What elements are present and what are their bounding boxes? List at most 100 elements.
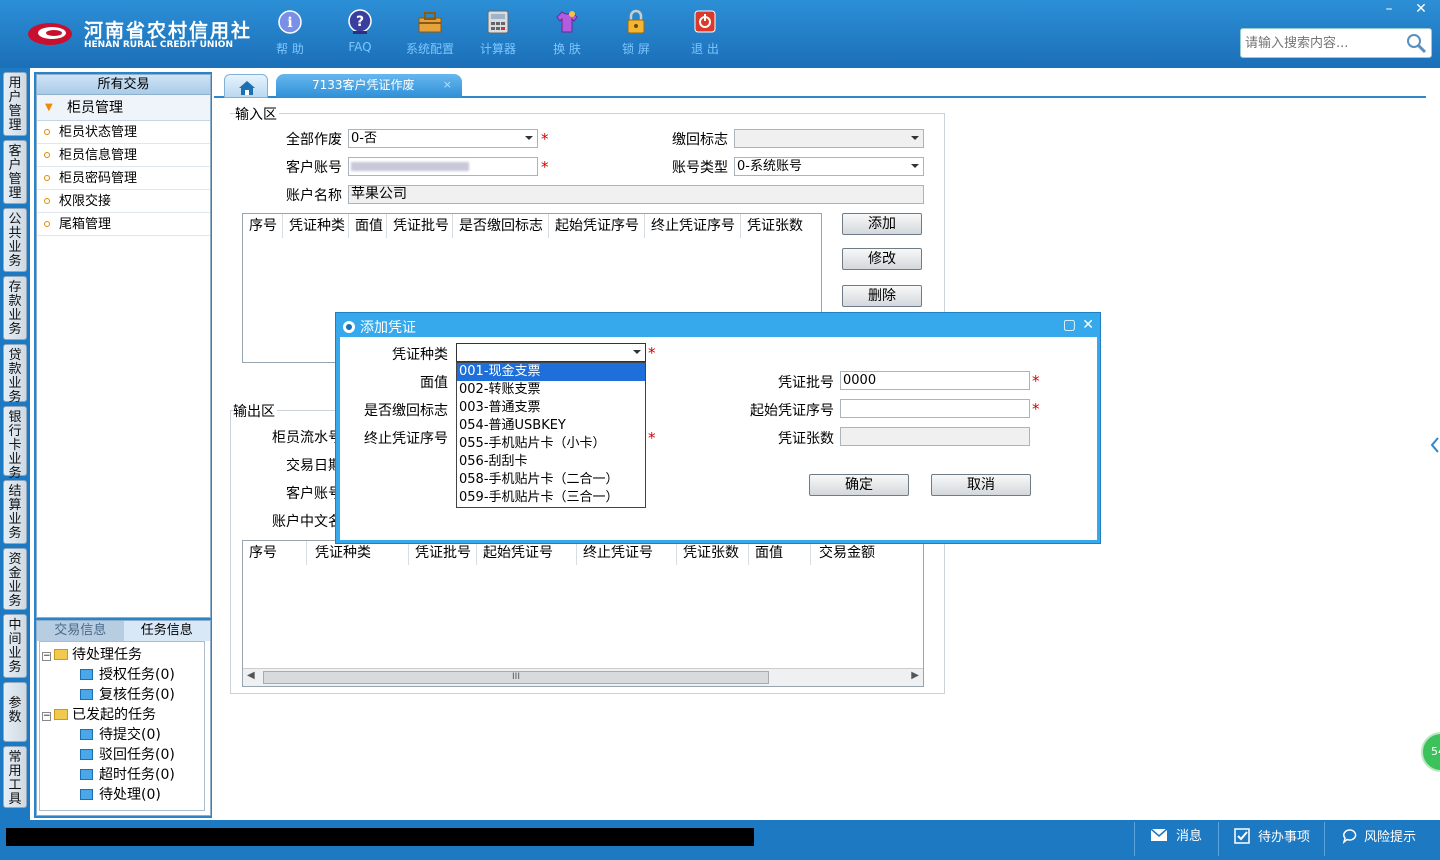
column-header: 面值 xyxy=(349,214,387,238)
vtab-user-mgmt[interactable]: 用户管理 xyxy=(3,72,27,136)
lock-screen-button[interactable]: 锁 屏 xyxy=(608,8,664,60)
menu-item-permission-handover[interactable]: 权限交接 xyxy=(37,190,210,213)
calculator-button[interactable]: 计算器 xyxy=(470,8,526,60)
required-mark: * xyxy=(1032,400,1040,418)
required-mark: * xyxy=(541,158,549,176)
vtab-loan[interactable]: 贷款业务 xyxy=(3,344,27,405)
collapse-icon[interactable]: − xyxy=(42,652,51,661)
expand-arrow-icon: ▼ xyxy=(45,102,53,113)
account-type-select[interactable]: 0-系统账号 xyxy=(734,157,924,176)
tree-node-to-submit[interactable]: 待提交(0) xyxy=(80,724,161,744)
option-transfer-check[interactable]: 002-转账支票 xyxy=(457,381,645,399)
scroll-thumb[interactable]: III xyxy=(263,671,769,684)
vtab-public-business[interactable]: 公共业务 xyxy=(3,208,27,272)
risk-alert-label: 风险提示 xyxy=(1364,830,1417,845)
output-customer-account-label: 客户账号 xyxy=(286,486,342,502)
tree-node-pending[interactable]: − 待处理任务 xyxy=(42,644,142,664)
returned-flag-label: 是否缴回标志 xyxy=(364,403,448,419)
floating-badge[interactable]: 54 xyxy=(1421,732,1440,772)
voucher-count-label: 凭证张数 xyxy=(778,431,834,447)
return-flag-select[interactable] xyxy=(734,129,924,148)
delete-button[interactable]: 删除 xyxy=(842,285,922,307)
tree-node-timeout[interactable]: 超时任务(0) xyxy=(80,764,175,784)
column-header: 起始凭证号 xyxy=(477,541,577,565)
option-sim-patch-small[interactable]: 055-手机贴片卡（小卡） xyxy=(457,435,645,453)
risk-alert-button[interactable]: 风险提示 xyxy=(1342,828,1416,847)
menu-item-label: 权限交接 xyxy=(59,194,112,209)
confirm-button[interactable]: 确定 xyxy=(809,474,909,496)
search-input[interactable] xyxy=(1241,29,1401,57)
scroll-left-icon[interactable]: ◀ xyxy=(247,670,255,681)
voucher-output-table: 序号 凭证种类 凭证批号 起始凭证号 终止凭证号 凭证张数 面值 交易金额 ◀ … xyxy=(242,540,924,687)
column-header: 序号 xyxy=(243,214,283,238)
voucher-count-field xyxy=(840,427,1030,446)
task-panel: 交易信息 任务信息 − 待处理任务 授权任务(0) 复核任务(0) − 已发起的任务… xyxy=(36,620,211,816)
vtab-common-tools[interactable]: 常用工具 xyxy=(3,746,27,808)
menu-item-teller-password[interactable]: 柜员密码管理 xyxy=(37,167,210,190)
search-box[interactable] xyxy=(1240,28,1432,58)
minimize-button[interactable]: – xyxy=(1374,0,1404,18)
menu-item-teller-status[interactable]: 柜员状态管理 xyxy=(37,121,210,144)
option-cash-check[interactable]: 001-现金支票 xyxy=(457,363,645,381)
tab-label: 7133客户凭证作废 xyxy=(312,78,415,92)
maximize-icon[interactable]: ▢ xyxy=(1063,317,1076,333)
system-config-button[interactable]: 系统配置 xyxy=(402,8,458,60)
tab-voucher-void[interactable]: 7133客户凭证作废 × xyxy=(276,74,462,98)
menu-item-cash-box[interactable]: 尾箱管理 xyxy=(37,213,210,236)
todo-label: 待办事项 xyxy=(1258,830,1311,845)
batch-no-input[interactable]: 0000 xyxy=(840,371,1030,390)
skin-button[interactable]: 换 肤 xyxy=(539,8,595,60)
customer-account-label: 客户账号 xyxy=(286,160,342,176)
messages-button[interactable]: 消息 xyxy=(1150,828,1202,846)
todo-button[interactable]: 待办事项 xyxy=(1234,828,1310,847)
tab-transaction-info[interactable]: 交易信息 xyxy=(37,621,124,641)
option-scratch-card[interactable]: 056-刮刮卡 xyxy=(457,453,645,471)
column-header: 凭证张数 xyxy=(677,541,749,565)
tab-task-info[interactable]: 任务信息 xyxy=(123,621,210,641)
vtab-bank-card[interactable]: 银行卡业务 xyxy=(3,406,27,481)
option-sim-patch-3in1[interactable]: 059-手机贴片卡（三合一） xyxy=(457,489,645,507)
vtab-funds[interactable]: 资金业务 xyxy=(3,548,27,610)
dialog-close-icon[interactable]: ✕ xyxy=(1082,317,1094,333)
add-button[interactable]: 添加 xyxy=(842,213,922,235)
menu-group-teller[interactable]: ▼ 柜员管理 xyxy=(37,95,210,121)
help-button[interactable]: i 帮 助 xyxy=(262,8,318,60)
tree-node-to-process[interactable]: 待处理(0) xyxy=(80,784,161,804)
start-voucher-no-input[interactable] xyxy=(840,399,1030,418)
faq-button[interactable]: ? FAQ xyxy=(332,8,388,60)
option-usbkey[interactable]: 054-普通USBKEY xyxy=(457,417,645,435)
vtab-params[interactable]: 参数 xyxy=(3,682,27,742)
home-tab[interactable] xyxy=(224,74,268,98)
option-sim-patch-2in1[interactable]: 058-手机贴片卡（二合一） xyxy=(457,471,645,489)
close-window-button[interactable]: ✕ xyxy=(1406,0,1436,18)
vtab-settlement[interactable]: 结算业务 xyxy=(3,480,27,544)
tree-node-review[interactable]: 复核任务(0) xyxy=(80,684,175,704)
scroll-right-icon[interactable]: ▶ xyxy=(911,670,919,681)
column-header: 终止凭证序号 xyxy=(645,214,741,238)
vtab-intermediary[interactable]: 中间业务 xyxy=(3,614,27,678)
voucher-type-select[interactable] xyxy=(456,343,646,362)
tree-node-rejected[interactable]: 驳回任务(0) xyxy=(80,744,175,764)
collapse-icon[interactable]: − xyxy=(42,712,51,721)
tree-node-auth[interactable]: 授权任务(0) xyxy=(80,664,175,684)
edit-button[interactable]: 修改 xyxy=(842,248,922,270)
customer-account-input[interactable] xyxy=(348,157,538,176)
cancel-button[interactable]: 取消 xyxy=(931,474,1031,496)
menu-header[interactable]: 所有交易 xyxy=(37,75,210,95)
vtab-customer-mgmt[interactable]: 客户管理 xyxy=(3,140,27,204)
tree-label: 待处理任务 xyxy=(72,647,142,663)
select-value: 0-系统账号 xyxy=(737,159,802,174)
option-general-check[interactable]: 003-普通支票 xyxy=(457,399,645,417)
close-tab-icon[interactable]: × xyxy=(443,74,452,96)
exit-button[interactable]: 退 出 xyxy=(677,8,733,60)
horizontal-scrollbar[interactable]: ◀ III ▶ xyxy=(243,668,923,686)
tree-node-initiated[interactable]: − 已发起的任务 xyxy=(42,704,156,724)
task-tree: − 待处理任务 授权任务(0) 复核任务(0) − 已发起的任务 待提交(0) 驳回… xyxy=(39,641,205,811)
all-void-select[interactable]: 0-否 xyxy=(348,129,538,148)
vtab-deposit[interactable]: 存款业务 xyxy=(3,276,27,340)
dialog-title: 添加凭证 xyxy=(342,317,416,337)
menu-item-teller-info[interactable]: 柜员信息管理 xyxy=(37,144,210,167)
side-collapse-arrow-icon[interactable] xyxy=(1428,420,1440,470)
voucher-type-label: 凭证种类 xyxy=(392,347,448,363)
search-icon[interactable] xyxy=(1405,32,1427,54)
